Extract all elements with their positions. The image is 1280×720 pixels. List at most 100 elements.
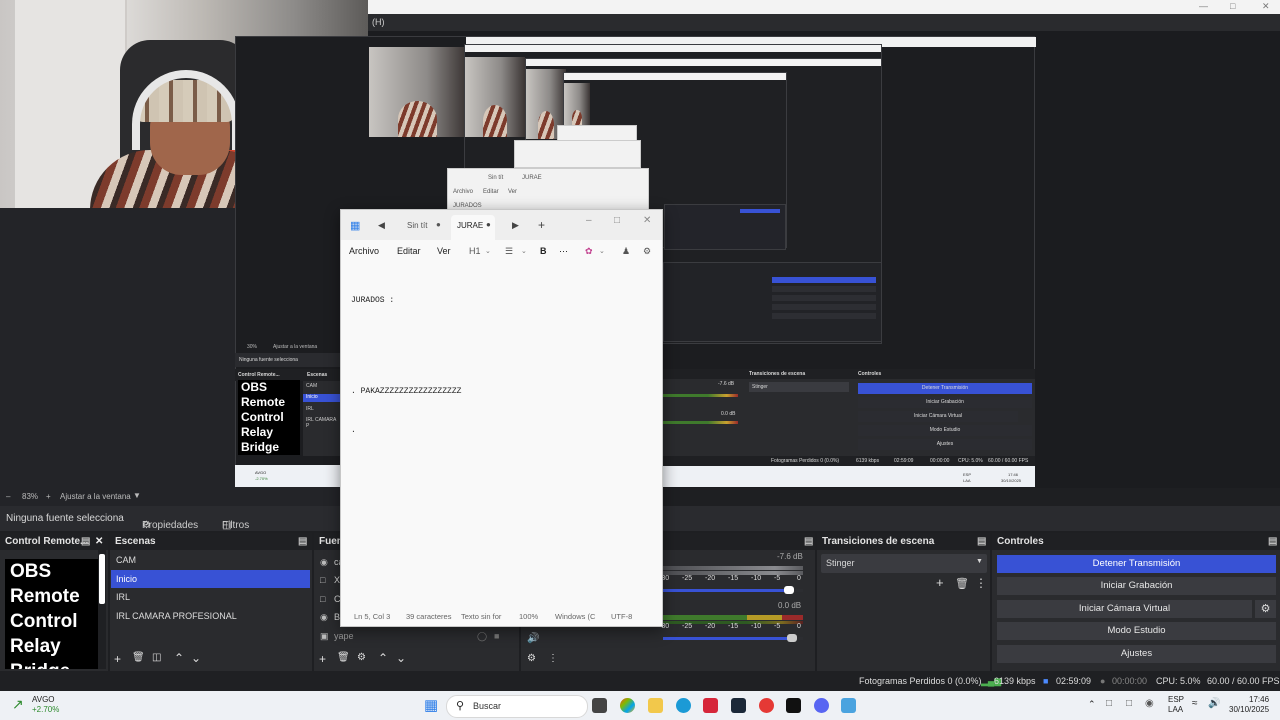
menu-file[interactable]: Archivo	[349, 246, 379, 256]
forward-tab-icon[interactable]: ▶	[512, 220, 519, 231]
dock-menu-icon[interactable]: ▤	[298, 536, 307, 547]
fit-window-button[interactable]: Ajustar a la ventana	[60, 492, 131, 501]
add-icon[interactable]: +	[936, 575, 944, 590]
zoom-out-button[interactable]: –	[6, 492, 10, 501]
taskbar-search[interactable]: ⚲ Buscar	[446, 695, 588, 718]
volume-fader[interactable]	[663, 589, 789, 592]
studio-mode-button[interactable]: Modo Estudio	[997, 622, 1276, 640]
maximize-icon[interactable]: □	[1230, 1, 1235, 11]
back-tab-icon[interactable]: ◀	[378, 220, 385, 231]
tray-overflow-icon[interactable]: ⌃	[1088, 699, 1096, 710]
more-options-icon[interactable]: ⋮	[548, 653, 558, 664]
tray-icon[interactable]: □	[1106, 698, 1112, 709]
list-icon[interactable]: ☰	[505, 246, 513, 257]
account-icon[interactable]: ♟	[622, 246, 630, 257]
transition-select[interactable]: Stinger ▼	[821, 554, 987, 573]
speaker-icon[interactable]: 🔊	[527, 633, 539, 644]
more-icon[interactable]: ⋯	[559, 246, 568, 257]
close-icon[interactable]: ✕	[95, 536, 103, 547]
volume-knob[interactable]	[784, 586, 794, 594]
capcut-icon[interactable]	[786, 698, 801, 713]
lang-layout[interactable]: LAA	[1168, 705, 1183, 714]
chevron-down-icon[interactable]: ⌄	[521, 247, 527, 255]
text-format[interactable]: Texto sin for	[461, 612, 501, 621]
up-icon[interactable]: ⌃	[174, 651, 184, 665]
scene-item[interactable]: IRL CAMARA PROFESIONAL	[111, 607, 310, 625]
volume-icon[interactable]: 🔊	[1208, 698, 1220, 709]
tab-active[interactable]: JURAE ●	[451, 215, 495, 240]
zoom-in-button[interactable]: +	[46, 492, 51, 501]
lang-indicator[interactable]: ESP	[1168, 695, 1184, 704]
clock-time[interactable]: 17:46	[1249, 695, 1269, 704]
task-view-icon[interactable]	[592, 698, 607, 713]
tray-icon[interactable]: ◉	[1145, 698, 1154, 709]
stop-stream-button[interactable]: Detener Transmisión	[997, 555, 1276, 573]
stock-ticker[interactable]: AVGO	[32, 695, 55, 704]
gear-icon[interactable]: ⚙	[357, 652, 366, 663]
volume-knob[interactable]	[786, 634, 797, 642]
settings-button[interactable]: Ajustes	[997, 645, 1276, 663]
menu-edit[interactable]: Editar	[397, 246, 421, 256]
line-ending[interactable]: Windows (C	[555, 612, 595, 621]
float-icon[interactable]: ▤	[81, 536, 90, 547]
add-icon[interactable]: +	[319, 652, 326, 666]
copilot-icon[interactable]	[620, 698, 635, 713]
new-tab-icon[interactable]: +	[538, 218, 545, 232]
chevron-down-icon[interactable]: ⌄	[599, 247, 605, 255]
eye-icon[interactable]: ◯	[477, 631, 487, 642]
chevron-down-icon[interactable]: ▼	[133, 491, 141, 500]
app-icon[interactable]	[703, 698, 718, 713]
copilot-icon[interactable]: ✿	[585, 246, 593, 257]
chrome-icon[interactable]	[759, 698, 774, 713]
encoding[interactable]: UTF-8	[611, 612, 632, 621]
down-icon[interactable]: ⌄	[396, 651, 406, 665]
chevron-down-icon[interactable]: ⌄	[485, 247, 491, 255]
zoom-level[interactable]: 100%	[519, 612, 538, 621]
lock-icon[interactable]: ■	[494, 631, 499, 641]
more-options-icon[interactable]: ⋮	[975, 576, 987, 590]
notepad-icon[interactable]	[841, 698, 856, 713]
tab-dot-icon[interactable]: ●	[436, 220, 441, 229]
trash-icon[interactable]: 🗑	[337, 652, 350, 663]
settings-icon[interactable]: ◫	[152, 652, 161, 663]
notepad-editor[interactable]: JURADOS : . PAKAZZZZZZZZZZZZZZZZZ .	[351, 268, 461, 463]
mixer-settings-icon[interactable]: ⚙	[527, 653, 536, 664]
scene-item-selected[interactable]: Inicio	[111, 570, 310, 588]
scene-item[interactable]: CAM	[111, 551, 310, 569]
unsaved-dot-icon[interactable]: ●	[486, 220, 491, 229]
heading-dropdown[interactable]: H1	[469, 246, 481, 256]
source-yape[interactable]: yape	[334, 631, 354, 641]
discord-icon[interactable]	[814, 698, 829, 713]
volume-fader[interactable]	[663, 637, 792, 640]
gear-icon[interactable]: ⚙	[643, 246, 651, 257]
clock-date[interactable]: 30/10/2025	[1229, 705, 1269, 714]
edge-icon[interactable]	[676, 698, 691, 713]
menu-view[interactable]: Ver	[437, 246, 451, 256]
scene-item[interactable]: IRL	[111, 588, 310, 606]
dock-menu-icon[interactable]: ▤	[804, 536, 813, 547]
file-explorer-icon[interactable]	[648, 698, 663, 713]
tab-untitled[interactable]: Sin tít	[407, 221, 427, 230]
dock-menu-icon[interactable]: ▤	[1268, 536, 1277, 547]
trash-icon[interactable]: 🗑	[132, 652, 145, 663]
windows-start-icon[interactable]: ▦	[424, 696, 438, 714]
start-recording-button[interactable]: Iniciar Grabación	[997, 577, 1276, 595]
close-icon[interactable]: ✕	[1262, 1, 1270, 12]
scrollbar[interactable]	[98, 550, 106, 669]
bold-icon[interactable]: B	[540, 246, 547, 256]
dock-menu-icon[interactable]: ▤	[977, 536, 986, 547]
trash-icon[interactable]: 🗑	[955, 577, 969, 590]
virtual-camera-settings-button[interactable]: ⚙	[1255, 600, 1276, 618]
up-icon[interactable]: ⌃	[378, 651, 388, 665]
wifi-icon[interactable]: ≈	[1192, 698, 1198, 709]
minimize-icon[interactable]: –	[586, 215, 592, 226]
add-icon[interactable]: +	[114, 652, 121, 666]
steam-icon[interactable]	[731, 698, 746, 713]
tray-icon[interactable]: □	[1126, 698, 1132, 709]
down-icon[interactable]: ⌄	[191, 651, 201, 665]
start-virtual-camera-button[interactable]: Iniciar Cámara Virtual	[997, 600, 1252, 618]
minimize-icon[interactable]: —	[1199, 1, 1208, 11]
maximize-icon[interactable]: □	[614, 215, 620, 226]
obs-relay-panel[interactable]: OBS Remote Control Relay Bridge	[5, 559, 98, 669]
close-icon[interactable]: ✕	[643, 215, 651, 226]
